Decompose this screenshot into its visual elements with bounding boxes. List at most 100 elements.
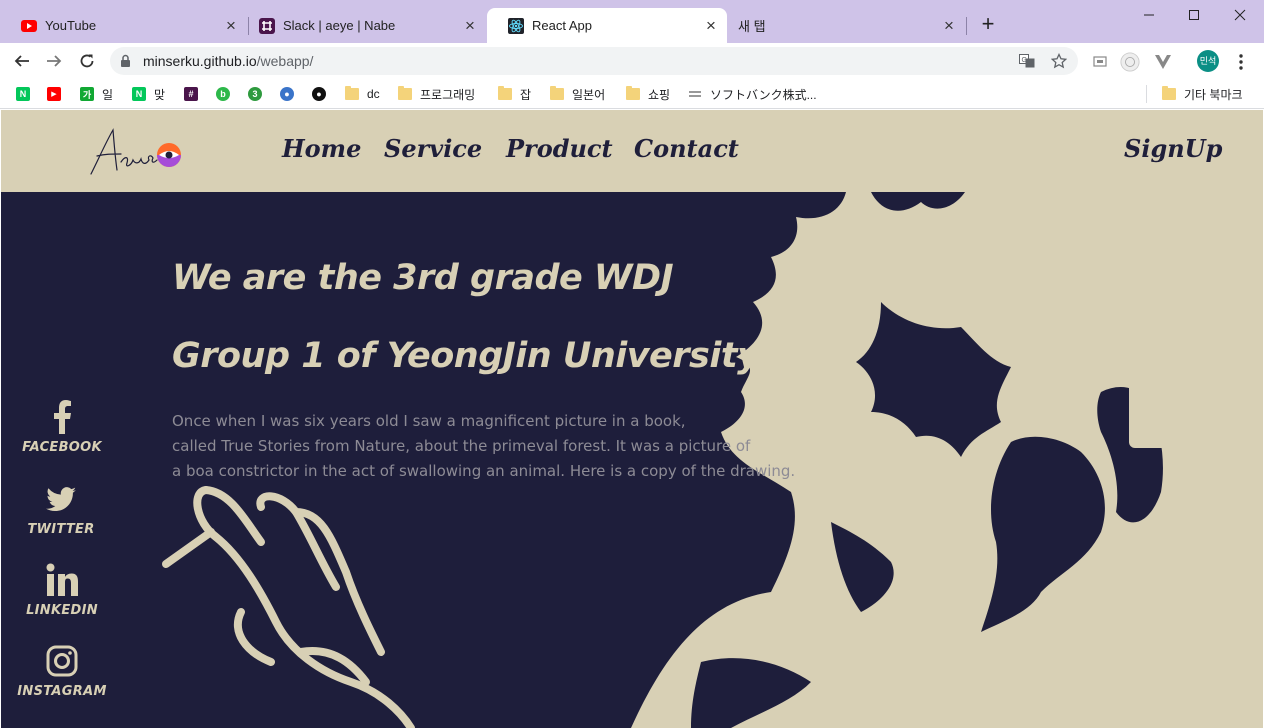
bookmark-game[interactable]: 가일	[80, 86, 113, 102]
bookmark-folder-programming[interactable]: 프로그래밍	[398, 86, 475, 102]
bookmark-naver[interactable]: N	[16, 86, 38, 102]
nav-service[interactable]: Service	[384, 134, 482, 163]
bookmark-label: 일	[102, 87, 114, 102]
tab-strip: YouTube × Slack | aeye | Nabe × React Ap…	[0, 0, 1264, 43]
social-label: INSTAGRAM	[17, 684, 107, 699]
softbank-icon	[688, 87, 702, 101]
bookmark-naver-2[interactable]: N맞	[132, 86, 165, 102]
slack-icon: #	[184, 87, 198, 101]
tab-new-tab[interactable]: 새 탭 ×	[727, 8, 965, 43]
bookmark-star-button[interactable]	[1051, 53, 1067, 69]
hero-headline-line-2: Group 1 of YeongJin University.	[172, 336, 770, 376]
arrow-right-icon	[47, 55, 62, 67]
blue-circle-icon: ●	[280, 87, 294, 101]
new-tab-button[interactable]: +	[977, 13, 999, 35]
social-instagram[interactable]: INSTAGRAM	[12, 644, 112, 700]
social-twitter[interactable]: TWITTER	[11, 482, 111, 538]
linkedin-icon	[46, 563, 78, 596]
aeye-logo[interactable]	[87, 126, 187, 178]
hero-body-line-2: called True Stories from Nature, about t…	[172, 437, 751, 455]
bookmark-github[interactable]: ●	[312, 86, 334, 102]
minimize-button[interactable]	[1126, 4, 1172, 26]
tab-react-app[interactable]: React App ×	[487, 8, 727, 43]
url-path: /webapp/	[256, 53, 314, 69]
maximize-icon	[1189, 10, 1199, 20]
close-tab-icon[interactable]: ×	[703, 17, 719, 34]
translate-button[interactable]: G	[1019, 53, 1035, 69]
tab-slack[interactable]: Slack | aeye | Nabe ×	[238, 8, 486, 43]
bookmark-blue[interactable]: ●	[280, 86, 302, 102]
tab-title: React App	[532, 18, 592, 33]
extension-badge-button[interactable]	[1120, 52, 1140, 72]
signup-button[interactable]: SignUp	[1124, 134, 1222, 163]
b-icon: b	[216, 87, 230, 101]
instagram-icon	[46, 645, 78, 677]
bookmark-label: dc	[367, 87, 380, 101]
social-facebook[interactable]: FACEBOOK	[12, 400, 112, 456]
tab-divider	[966, 17, 967, 35]
lock-icon	[121, 54, 130, 67]
bookmark-label: ソフトバンク株式...	[710, 87, 817, 102]
profile-avatar[interactable]: 민석	[1197, 50, 1219, 72]
hero-section: We are the 3rd grade WDJ Group 1 of Yeon…	[1, 192, 1263, 728]
folder-icon	[550, 86, 564, 100]
social-label: FACEBOOK	[22, 440, 102, 455]
naver-icon: N	[132, 87, 146, 101]
close-tab-icon[interactable]: ×	[223, 17, 239, 34]
address-bar[interactable]: minserku.github.io/webapp/ G	[110, 47, 1078, 75]
back-button[interactable]	[10, 49, 34, 73]
bookmark-label: 기타 북마크	[1184, 87, 1243, 102]
twitter-icon	[46, 487, 76, 512]
site-header: Home Service Product Contact SignUp	[1, 110, 1263, 192]
bookmark-folder-japanese[interactable]: 일본어	[550, 86, 605, 102]
tab-youtube[interactable]: YouTube ×	[0, 8, 247, 43]
bookmark-folder-shopping[interactable]: 쇼핑	[626, 86, 670, 102]
vue-icon	[1155, 55, 1171, 69]
more-vertical-icon	[1239, 54, 1243, 70]
reload-icon	[80, 54, 94, 68]
naver-icon: N	[16, 87, 30, 101]
close-tab-icon[interactable]: ×	[462, 17, 478, 34]
svg-text:G: G	[1022, 57, 1027, 64]
bookmark-folder-dc[interactable]: dc	[345, 86, 380, 102]
nav-contact[interactable]: Contact	[634, 134, 739, 163]
url-text: minserku.github.io/webapp/	[143, 53, 313, 69]
close-tab-icon[interactable]: ×	[941, 17, 957, 34]
folder-icon	[345, 86, 359, 100]
close-window-button[interactable]	[1217, 4, 1263, 26]
tab-title: 새 탭	[738, 19, 766, 34]
extension-icon	[1120, 52, 1140, 72]
bookmark-b[interactable]: b	[216, 86, 238, 102]
social-label: LINKEDIN	[26, 603, 98, 618]
bookmark-label: 잡	[520, 87, 532, 102]
bookmark-slack[interactable]: #	[184, 86, 206, 102]
folder-icon	[398, 86, 412, 100]
nav-product[interactable]: Product	[506, 134, 613, 163]
maximize-button[interactable]	[1171, 4, 1217, 26]
forward-button[interactable]	[42, 49, 66, 73]
bookmark-folder-misc[interactable]: 잡	[498, 86, 531, 102]
github-icon: ●	[312, 87, 326, 101]
bookmark-other[interactable]: 기타 북마크	[1162, 86, 1243, 102]
cast-icon	[1093, 56, 1107, 67]
reload-button[interactable]	[75, 49, 99, 73]
social-label: TWITTER	[27, 522, 95, 537]
bookmark-softbank[interactable]: ソフトバンク株式...	[688, 86, 817, 102]
bookmark-label: 프로그래밍	[420, 87, 476, 102]
social-linkedin[interactable]: LINKEDIN	[12, 563, 112, 619]
menu-button[interactable]	[1231, 52, 1251, 72]
nav-home[interactable]: Home	[282, 134, 361, 163]
extension-cast-button[interactable]	[1090, 52, 1110, 72]
slack-icon	[259, 17, 275, 34]
bookmark-youtube[interactable]: ▶	[47, 86, 69, 102]
page-viewport: Home Service Product Contact SignUp We a…	[1, 110, 1263, 728]
youtube-icon	[21, 18, 37, 34]
bookmark-label: 일본어	[572, 87, 606, 102]
hero-headline-line-1: We are the 3rd grade WDJ	[172, 258, 674, 298]
bookmarks-divider	[1146, 85, 1147, 103]
minimize-icon	[1144, 14, 1154, 16]
extension-vue-button[interactable]	[1153, 52, 1173, 72]
url-host: minserku.github.io	[143, 53, 257, 69]
folder-icon	[1162, 86, 1176, 100]
bookmark-green[interactable]: 3	[248, 86, 270, 102]
